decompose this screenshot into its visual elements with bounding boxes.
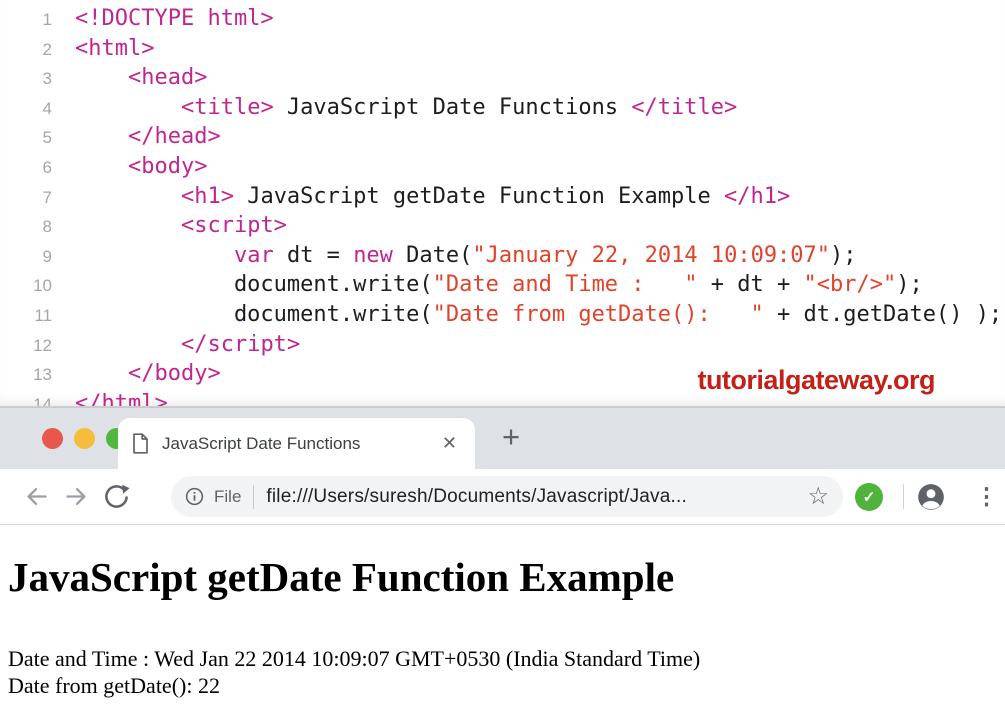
code-segment-tag: <!DOCTYPE html> bbox=[75, 6, 274, 31]
line-number: 5 bbox=[0, 124, 52, 153]
line-number: 7 bbox=[0, 184, 52, 213]
line-number: 2 bbox=[0, 36, 52, 65]
profile-avatar-icon[interactable] bbox=[917, 483, 945, 511]
overflow-menu-icon[interactable]: ⋮ bbox=[975, 483, 998, 510]
code-segment-tag: <h1> bbox=[181, 184, 234, 209]
code-line: 5 </head> bbox=[0, 123, 1005, 153]
code-segment-plain bbox=[75, 361, 128, 386]
forward-icon[interactable] bbox=[63, 483, 90, 510]
line-number: 11 bbox=[0, 302, 52, 331]
code-line: 10 document.write("Date and Time : " + d… bbox=[0, 271, 1005, 301]
code-segment-plain bbox=[75, 213, 181, 238]
watermark: tutorialgateway.org bbox=[697, 365, 935, 396]
output-line-1: Date and Time : Wed Jan 22 2014 10:09:07… bbox=[8, 645, 997, 672]
code-segment-tag: </script> bbox=[181, 332, 300, 357]
line-number: 1 bbox=[0, 6, 52, 35]
back-icon[interactable] bbox=[23, 483, 50, 510]
reload-icon[interactable] bbox=[103, 483, 130, 510]
line-number: 3 bbox=[0, 65, 52, 94]
tab-close-icon[interactable]: ✕ bbox=[442, 433, 457, 454]
code-segment-plain: JavaScript getDate Function Example bbox=[234, 184, 724, 209]
code-segment-tag: <head> bbox=[128, 65, 207, 90]
code-segment-plain bbox=[75, 184, 181, 209]
code-line: 2 <html> bbox=[0, 35, 1005, 65]
code-segment-tag: <script> bbox=[181, 213, 287, 238]
code-lines: 1<!DOCTYPE html>2<html>3 <head>4 <title>… bbox=[0, 5, 1005, 407]
tab-title: JavaScript Date Functions bbox=[162, 434, 360, 454]
code-segment-plain: + dt.getDate() ); bbox=[764, 302, 1002, 327]
info-icon[interactable] bbox=[184, 486, 205, 507]
line-number: 8 bbox=[0, 213, 52, 242]
chip-separator bbox=[253, 485, 254, 509]
code-segment-tag: </body> bbox=[128, 361, 221, 386]
code-line: 8 <script> bbox=[0, 212, 1005, 242]
line-number: 6 bbox=[0, 154, 52, 183]
address-bar[interactable]: File file:///Users/suresh/Documents/Java… bbox=[171, 476, 843, 517]
code-segment-plain bbox=[75, 154, 128, 179]
line-number: 9 bbox=[0, 243, 52, 272]
url-text[interactable]: file:///Users/suresh/Documents/Javascrip… bbox=[266, 486, 799, 508]
code-segment-plain: + dt + bbox=[698, 272, 804, 297]
code-segment-tag: </html> bbox=[75, 391, 168, 407]
line-number: 12 bbox=[0, 332, 52, 361]
code-segment-plain bbox=[75, 124, 128, 149]
code-segment-plain: ); bbox=[830, 243, 857, 268]
code-line: 9 var dt = new Date("January 22, 2014 10… bbox=[0, 242, 1005, 272]
window-controls bbox=[42, 408, 127, 469]
browser-tab-bar: JavaScript Date Functions ✕ + bbox=[0, 407, 1005, 469]
code-segment-plain: Date( bbox=[393, 243, 472, 268]
code-segment-plain bbox=[75, 243, 234, 268]
code-line: 6 <body> bbox=[0, 153, 1005, 183]
code-segment-string: "January 22, 2014 10:09:07" bbox=[472, 243, 830, 268]
code-segment-tag: <html> bbox=[75, 36, 154, 61]
minimize-window-button[interactable] bbox=[74, 428, 95, 449]
code-segment-plain: dt = bbox=[274, 243, 353, 268]
line-number: 4 bbox=[0, 95, 52, 124]
code-line: 4 <title> JavaScript Date Functions </ti… bbox=[0, 94, 1005, 124]
code-segment-plain: document.write( bbox=[75, 272, 433, 297]
code-segment-tag: </h1> bbox=[724, 184, 790, 209]
rendered-page: JavaScript getDate Function Example Date… bbox=[0, 525, 1005, 699]
line-number: 10 bbox=[0, 272, 52, 301]
new-tab-button[interactable]: + bbox=[494, 420, 528, 454]
extension-badge-icon[interactable]: ✓ bbox=[855, 483, 883, 511]
code-line: 12 </script> bbox=[0, 331, 1005, 361]
file-chip[interactable]: File bbox=[214, 487, 241, 507]
code-segment-keyword: var bbox=[234, 243, 274, 268]
close-window-button[interactable] bbox=[42, 428, 63, 449]
screenshot-root: 1<!DOCTYPE html>2<html>3 <head>4 <title>… bbox=[0, 0, 1005, 706]
code-line: 3 <head> bbox=[0, 64, 1005, 94]
code-line: 11 document.write("Date from getDate(): … bbox=[0, 301, 1005, 331]
check-icon: ✓ bbox=[863, 488, 876, 506]
page-document-icon bbox=[132, 433, 149, 454]
code-line: 1 <!DOCTYPE html> bbox=[0, 5, 1005, 35]
code-editor: 1<!DOCTYPE html>2<html>3 <head>4 <title>… bbox=[0, 0, 1005, 407]
code-segment-string: "<br/>" bbox=[804, 272, 897, 297]
bookmark-star-icon[interactable]: ☆ bbox=[807, 482, 829, 511]
code-segment-plain bbox=[75, 95, 181, 120]
code-line: 7 <h1> JavaScript getDate Function Examp… bbox=[0, 183, 1005, 213]
code-segment-tag: </head> bbox=[128, 124, 221, 149]
code-segment-plain bbox=[75, 65, 128, 90]
page-heading: JavaScript getDate Function Example bbox=[8, 554, 997, 601]
toolbar-separator bbox=[903, 484, 904, 509]
browser-tab[interactable]: JavaScript Date Functions ✕ bbox=[118, 418, 475, 469]
code-segment-tag: </title> bbox=[631, 95, 737, 120]
browser-toolbar: File file:///Users/suresh/Documents/Java… bbox=[0, 469, 1005, 525]
output-line-2: Date from getDate(): 22 bbox=[8, 672, 997, 699]
code-segment-keyword: new bbox=[353, 243, 393, 268]
code-segment-string: "Date and Time : " bbox=[433, 272, 698, 297]
code-segment-tag: <title> bbox=[181, 95, 274, 120]
code-segment-plain: ); bbox=[896, 272, 923, 297]
code-segment-tag: <body> bbox=[128, 154, 207, 179]
code-segment-plain: document.write( bbox=[75, 302, 433, 327]
line-number: 14 bbox=[0, 391, 52, 407]
code-segment-plain bbox=[75, 332, 181, 357]
code-segment-plain: JavaScript Date Functions bbox=[274, 95, 632, 120]
line-number: 13 bbox=[0, 361, 52, 390]
code-segment-string: "Date from getDate(): " bbox=[433, 302, 764, 327]
